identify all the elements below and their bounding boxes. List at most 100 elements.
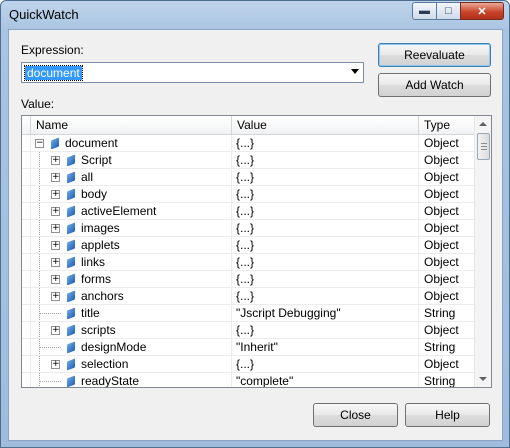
column-header-name[interactable]: Name — [31, 116, 232, 135]
reevaluate-button[interactable]: Reevaluate — [378, 43, 491, 67]
value-cell[interactable]: {...} — [232, 152, 419, 168]
expand-icon[interactable]: + — [51, 224, 60, 233]
name-cell[interactable]: + applets — [31, 237, 232, 253]
name-cell[interactable]: + all — [31, 169, 232, 185]
table-row[interactable]: title "Jscript Debugging" String — [22, 305, 474, 322]
value-cell[interactable]: {...} — [232, 135, 419, 151]
expand-icon[interactable]: + — [51, 156, 60, 165]
name-cell[interactable]: designMode — [31, 339, 232, 355]
value-cell[interactable]: "complete" — [232, 373, 419, 387]
name-cell[interactable]: readyState — [31, 373, 232, 387]
vertical-scrollbar[interactable] — [474, 116, 491, 387]
value-cell[interactable]: "Jscript Debugging" — [232, 305, 419, 321]
table-row[interactable]: + body {...} Object — [22, 186, 474, 203]
name-cell[interactable]: + body — [31, 186, 232, 202]
value-cell[interactable]: "Inherit" — [232, 339, 419, 355]
value-grid[interactable]: Name Value Type − document {...} Object + Scr… — [21, 115, 492, 388]
window-close-button[interactable]: ✕ — [460, 2, 504, 20]
expand-icon[interactable]: + — [51, 207, 60, 216]
scroll-thumb[interactable] — [477, 133, 490, 160]
value-cell[interactable]: {...} — [232, 254, 419, 270]
table-row[interactable]: + activeElement {...} Object — [22, 203, 474, 220]
variable-icon — [67, 375, 75, 387]
table-row[interactable]: + scripts {...} Object — [22, 322, 474, 339]
variable-icon — [67, 324, 75, 337]
expression-combobox[interactable]: document — [21, 62, 364, 83]
row-name: forms — [81, 272, 111, 286]
table-row[interactable]: + all {...} Object — [22, 169, 474, 186]
table-row[interactable]: + Script {...} Object — [22, 152, 474, 169]
table-row[interactable]: + applets {...} Object — [22, 237, 474, 254]
table-row[interactable]: + selection {...} Object — [22, 356, 474, 373]
value-cell[interactable]: {...} — [232, 288, 419, 304]
tree-connector-line — [39, 203, 40, 219]
value-cell[interactable]: {...} — [232, 322, 419, 338]
name-cell[interactable]: + forms — [31, 271, 232, 287]
expand-icon[interactable]: + — [51, 258, 60, 267]
name-cell[interactable]: + Script — [31, 152, 232, 168]
type-cell: Object — [424, 272, 459, 286]
minimize-icon: ▬ — [419, 5, 430, 17]
name-cell[interactable]: + scripts — [31, 322, 232, 338]
value-cell[interactable]: {...} — [232, 203, 419, 219]
expand-icon[interactable]: + — [51, 173, 60, 182]
close-button[interactable]: Close — [313, 403, 398, 427]
name-cell[interactable]: − document — [31, 135, 232, 151]
row-gutter — [22, 254, 31, 270]
variable-icon — [67, 307, 75, 320]
table-row[interactable]: designMode "Inherit" String — [22, 339, 474, 356]
value-cell[interactable]: {...} — [232, 220, 419, 236]
title-bar[interactable]: QuickWatch ▬ □ ✕ — [1, 1, 509, 29]
maximize-button[interactable]: □ — [436, 2, 461, 20]
value-cell[interactable]: {...} — [232, 356, 419, 372]
row-gutter — [22, 203, 31, 219]
scroll-down-arrow-icon[interactable] — [479, 377, 487, 381]
row-gutter — [22, 186, 31, 202]
name-cell[interactable]: + images — [31, 220, 232, 236]
expand-icon[interactable]: + — [51, 190, 60, 199]
grip-line — [481, 149, 487, 150]
row-gutter — [22, 237, 31, 253]
name-cell[interactable]: + links — [31, 254, 232, 270]
dropdown-arrow-icon[interactable] — [351, 69, 359, 74]
table-row[interactable]: + forms {...} Object — [22, 271, 474, 288]
expression-input[interactable]: document — [24, 65, 83, 81]
value-cell[interactable]: {...} — [232, 271, 419, 287]
expression-label: Expression: — [21, 43, 84, 57]
table-row[interactable]: + anchors {...} Object — [22, 288, 474, 305]
table-row[interactable]: readyState "complete" String — [22, 373, 474, 387]
expand-icon[interactable]: + — [51, 326, 60, 335]
column-header-type[interactable]: Type — [419, 116, 474, 135]
tree-connector-line — [39, 356, 40, 372]
name-cell[interactable]: + selection — [31, 356, 232, 372]
table-row[interactable]: + images {...} Object — [22, 220, 474, 237]
help-button[interactable]: Help — [405, 403, 490, 427]
table-row[interactable]: − document {...} Object — [22, 135, 474, 152]
variable-icon — [67, 188, 75, 201]
row-gutter — [22, 322, 31, 338]
add-watch-button[interactable]: Add Watch — [378, 73, 491, 97]
type-cell: Object — [424, 357, 459, 371]
column-header-value[interactable]: Value — [232, 116, 419, 135]
tree-connector-line — [39, 271, 40, 287]
name-cell[interactable]: + activeElement — [31, 203, 232, 219]
type-cell: String — [424, 306, 456, 320]
type-cell: Object — [424, 238, 459, 252]
tree-connector-line — [39, 237, 40, 253]
value-cell[interactable]: {...} — [232, 169, 419, 185]
value-cell[interactable]: {...} — [232, 186, 419, 202]
expand-icon[interactable]: + — [51, 292, 60, 301]
minimize-button[interactable]: ▬ — [412, 2, 437, 20]
type-cell: Object — [424, 170, 459, 184]
value-cell[interactable]: {...} — [232, 237, 419, 253]
scroll-up-arrow-icon[interactable] — [479, 122, 487, 126]
collapse-icon[interactable]: − — [35, 139, 44, 148]
table-row[interactable]: + links {...} Object — [22, 254, 474, 271]
name-cell[interactable]: title — [31, 305, 232, 321]
variable-icon — [67, 256, 75, 269]
expand-icon[interactable]: + — [51, 241, 60, 250]
expand-icon[interactable]: + — [51, 275, 60, 284]
name-cell[interactable]: + anchors — [31, 288, 232, 304]
expand-icon[interactable]: + — [51, 360, 60, 369]
grid-rows: − document {...} Object + Script {...} Object + a… — [22, 135, 474, 387]
